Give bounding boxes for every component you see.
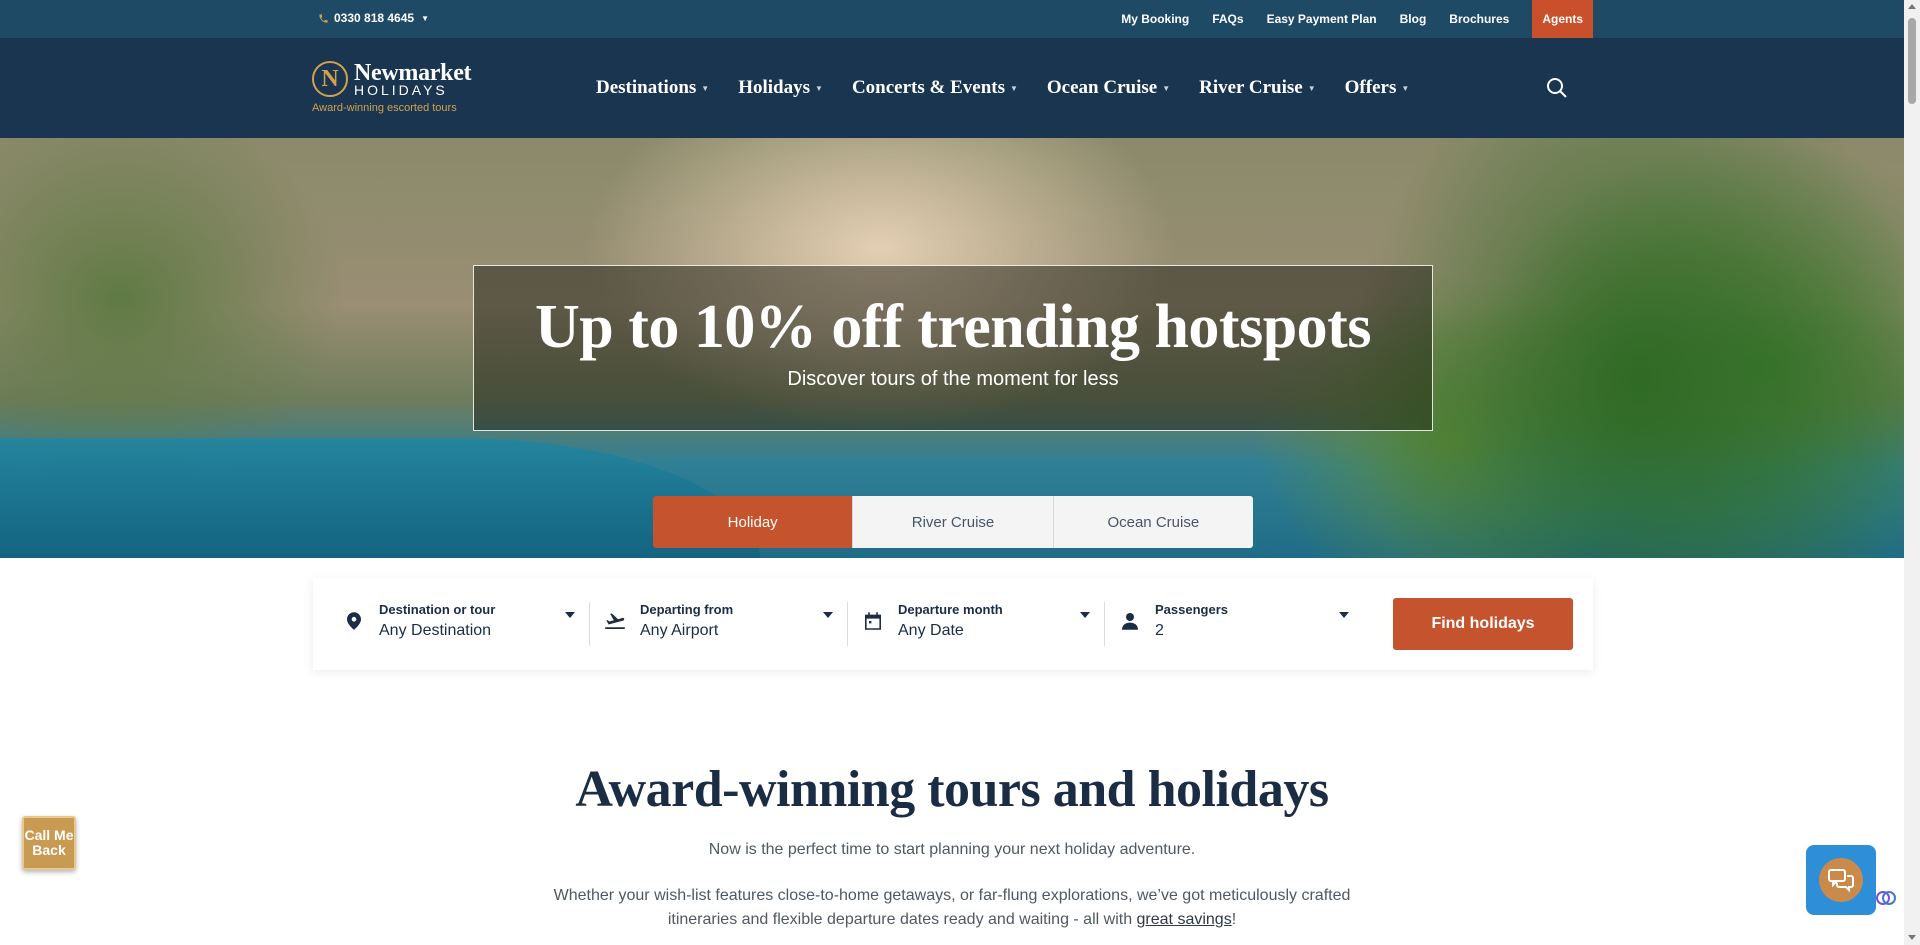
chevron-down-icon: ▼ <box>1162 83 1171 93</box>
nav-item-holidays[interactable]: Holidays ▼ <box>738 77 823 99</box>
nav-item-river-cruise[interactable]: River Cruise ▼ <box>1199 77 1316 99</box>
brochures-link[interactable]: Brochures <box>1449 12 1509 26</box>
main-navigation: N Newmarket HOLIDAYS Award-winning escor… <box>0 38 1904 138</box>
chevron-down-icon: ▼ <box>1009 83 1018 93</box>
nav-item-ocean-cruise[interactable]: Ocean Cruise ▼ <box>1047 77 1170 99</box>
holiday-search-form: Destination or tour Any Destination Depa… <box>313 578 1593 670</box>
utility-links: My Booking FAQs Easy Payment Plan Blog B… <box>1098 0 1593 38</box>
field-divider <box>1104 602 1105 646</box>
departure-month-value: Any Date <box>898 622 964 639</box>
find-holidays-button[interactable]: Find holidays <box>1393 598 1573 650</box>
nav-menu: Destinations ▼ Holidays ▼ Concerts & Event… <box>596 38 1438 138</box>
passengers-value: 2 <box>1155 622 1164 639</box>
destination-value: Any Destination <box>379 622 492 639</box>
faqs-link[interactable]: FAQs <box>1212 12 1243 26</box>
chevron-down-icon: ▼ <box>421 13 430 23</box>
logo-mark-icon: N <box>312 61 348 97</box>
top-utility-bar: 0330 818 4645 ▼ My Booking FAQs Easy Pay… <box>0 0 1904 38</box>
chevron-down-icon: ▼ <box>815 83 823 93</box>
brain-icon[interactable] <box>1876 888 1896 908</box>
intro-text-end: ! <box>1231 911 1237 928</box>
nav-item-label: Holidays <box>738 77 811 98</box>
intro-paragraph: Now is the perfect time to start plannin… <box>708 841 1196 858</box>
scroll-thumb[interactable] <box>1908 18 1916 104</box>
chat-button[interactable] <box>1806 845 1876 915</box>
destination-label: Destination or tour <box>379 602 496 617</box>
search-icon[interactable] <box>1545 76 1569 100</box>
phone-link[interactable]: 0330 818 4645 ▼ <box>318 11 429 25</box>
nav-item-label: River Cruise <box>1199 77 1303 98</box>
destination-select[interactable]: Destination or tour Any Destination <box>343 602 575 646</box>
phone-icon <box>319 13 328 23</box>
logo[interactable]: N Newmarket HOLIDAYS Award-winning escor… <box>312 61 492 115</box>
page-scrollbar[interactable] <box>1904 0 1920 945</box>
passengers-select[interactable]: Passengers 2 <box>1119 602 1349 646</box>
departing-from-label: Departing from <box>640 602 734 617</box>
tab-holiday[interactable]: Holiday <box>653 496 853 548</box>
tab-river-cruise[interactable]: River Cruise <box>852 496 1053 548</box>
logo-subtitle: HOLIDAYS <box>354 82 448 98</box>
logo-tagline: Award-winning escorted tours <box>312 102 457 114</box>
departing-from-select[interactable]: Departing from Any Airport <box>604 602 833 646</box>
section-title: Award-winning tours and holidays <box>575 761 1329 818</box>
search-type-tabs: Holiday River Cruise Ocean Cruise <box>653 496 1253 548</box>
nav-item-destinations[interactable]: Destinations ▼ <box>596 77 709 99</box>
chevron-down-icon: ▼ <box>701 83 710 93</box>
nav-item-offers[interactable]: Offers ▼ <box>1345 77 1410 99</box>
hero-headline-box: Up to 10% off trending hotspots Discover… <box>473 265 1433 431</box>
departure-month-label: Departure month <box>898 602 1003 617</box>
chevron-down-icon: ▼ <box>1307 83 1316 93</box>
hero-subtitle: Discover tours of the moment for less <box>787 368 1119 390</box>
departing-from-value: Any Airport <box>640 622 719 639</box>
plane-departure-icon <box>604 610 626 632</box>
phone-number: 0330 818 4645 <box>334 11 415 25</box>
chevron-down-icon <box>823 612 833 618</box>
scroll-down-icon[interactable] <box>1908 935 1916 940</box>
blog-link[interactable]: Blog <box>1400 12 1427 26</box>
field-divider <box>589 602 590 646</box>
agents-button[interactable]: Agents <box>1532 0 1593 38</box>
nav-item-concerts-events[interactable]: Concerts & Events ▼ <box>852 77 1018 99</box>
person-icon <box>1119 610 1141 632</box>
departure-month-select[interactable]: Departure month Any Date <box>862 602 1090 646</box>
calendar-icon <box>862 610 884 632</box>
nav-item-label: Offers <box>1344 77 1397 98</box>
easy-payment-plan-link[interactable]: Easy Payment Plan <box>1267 12 1377 26</box>
nav-item-label: Destinations <box>596 77 697 98</box>
chevron-down-icon: ▼ <box>1401 83 1410 93</box>
passengers-label: Passengers <box>1155 602 1228 617</box>
nav-item-label: Concerts & Events <box>851 77 1005 98</box>
tab-ocean-cruise[interactable]: Ocean Cruise <box>1052 496 1253 548</box>
great-savings-link[interactable]: great savings <box>1137 911 1232 928</box>
chevron-down-icon <box>1080 612 1090 618</box>
nav-item-label: Ocean Cruise <box>1046 77 1158 98</box>
chat-bubbles-icon <box>1819 858 1863 902</box>
map-pin-icon <box>343 610 365 632</box>
chevron-down-icon <box>1339 612 1349 618</box>
intro-paragraph-2: Whether your wish-list features close-to… <box>552 884 1352 932</box>
field-divider <box>847 602 848 646</box>
my-booking-link[interactable]: My Booking <box>1121 12 1189 26</box>
hero-title: Up to 10% off trending hotspots <box>535 293 1371 361</box>
call-me-back-button[interactable]: Call Me Back <box>22 816 76 870</box>
chevron-down-icon <box>565 612 575 618</box>
hero-banner: Up to 10% off trending hotspots Discover… <box>0 138 1904 558</box>
scroll-up-icon[interactable] <box>1908 4 1916 9</box>
